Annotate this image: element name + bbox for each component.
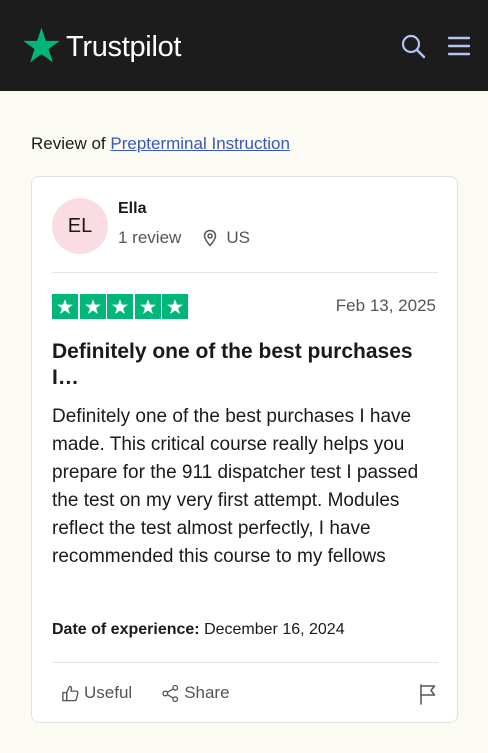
rating-star-icon xyxy=(52,294,78,319)
date-of-experience: Date of experience: December 16, 2024 xyxy=(52,621,345,639)
divider xyxy=(52,662,438,663)
trustpilot-star-icon xyxy=(23,27,60,63)
rating-star-icon xyxy=(107,294,133,319)
top-header: Trustpilot xyxy=(0,0,488,91)
review-of-prefix: Review of xyxy=(31,134,106,153)
search-button[interactable] xyxy=(400,33,426,59)
review-of-line: Review of Prepterminal Instruction xyxy=(31,134,290,154)
rating-star-icon xyxy=(162,294,188,319)
star-rating xyxy=(52,294,190,319)
experience-date: December 16, 2024 xyxy=(204,621,345,638)
thumbs-up-icon xyxy=(62,685,79,701)
reviewer-meta: 1 review US xyxy=(118,228,250,248)
rating-star-icon xyxy=(79,294,106,319)
review-actions: Useful Share xyxy=(61,683,230,703)
menu-button[interactable] xyxy=(446,33,472,59)
reviewer-name[interactable]: Ella xyxy=(118,200,146,218)
review-title[interactable]: Definitely one of the best purchases I… xyxy=(52,339,442,391)
company-link[interactable]: Prepterminal Instruction xyxy=(110,134,290,153)
hamburger-menu-icon xyxy=(447,36,471,56)
share-button[interactable]: Share xyxy=(161,683,230,703)
avatar[interactable]: EL xyxy=(52,198,108,254)
flag-icon xyxy=(420,684,436,705)
useful-button[interactable]: Useful xyxy=(61,683,132,703)
review-body: Definitely one of the best purchases I h… xyxy=(52,406,419,567)
share-label: Share xyxy=(184,683,230,702)
location-pin-icon xyxy=(204,229,217,247)
search-icon xyxy=(401,34,426,59)
review-count: 1 review xyxy=(118,228,182,247)
review-card: EL Ella 1 review US Feb 13, 2025 Definit… xyxy=(31,176,458,723)
report-button[interactable] xyxy=(418,683,438,705)
share-icon xyxy=(162,684,179,702)
brand-name: Trustpilot xyxy=(66,30,182,63)
useful-label: Useful xyxy=(84,683,133,702)
divider xyxy=(52,272,438,273)
reviewer-country: US xyxy=(226,228,250,247)
review-date: Feb 13, 2025 xyxy=(335,296,436,315)
trustpilot-logo[interactable]: Trustpilot xyxy=(21,24,181,68)
rating-star-icon xyxy=(134,294,161,319)
experience-label: Date of experience: xyxy=(52,621,200,638)
